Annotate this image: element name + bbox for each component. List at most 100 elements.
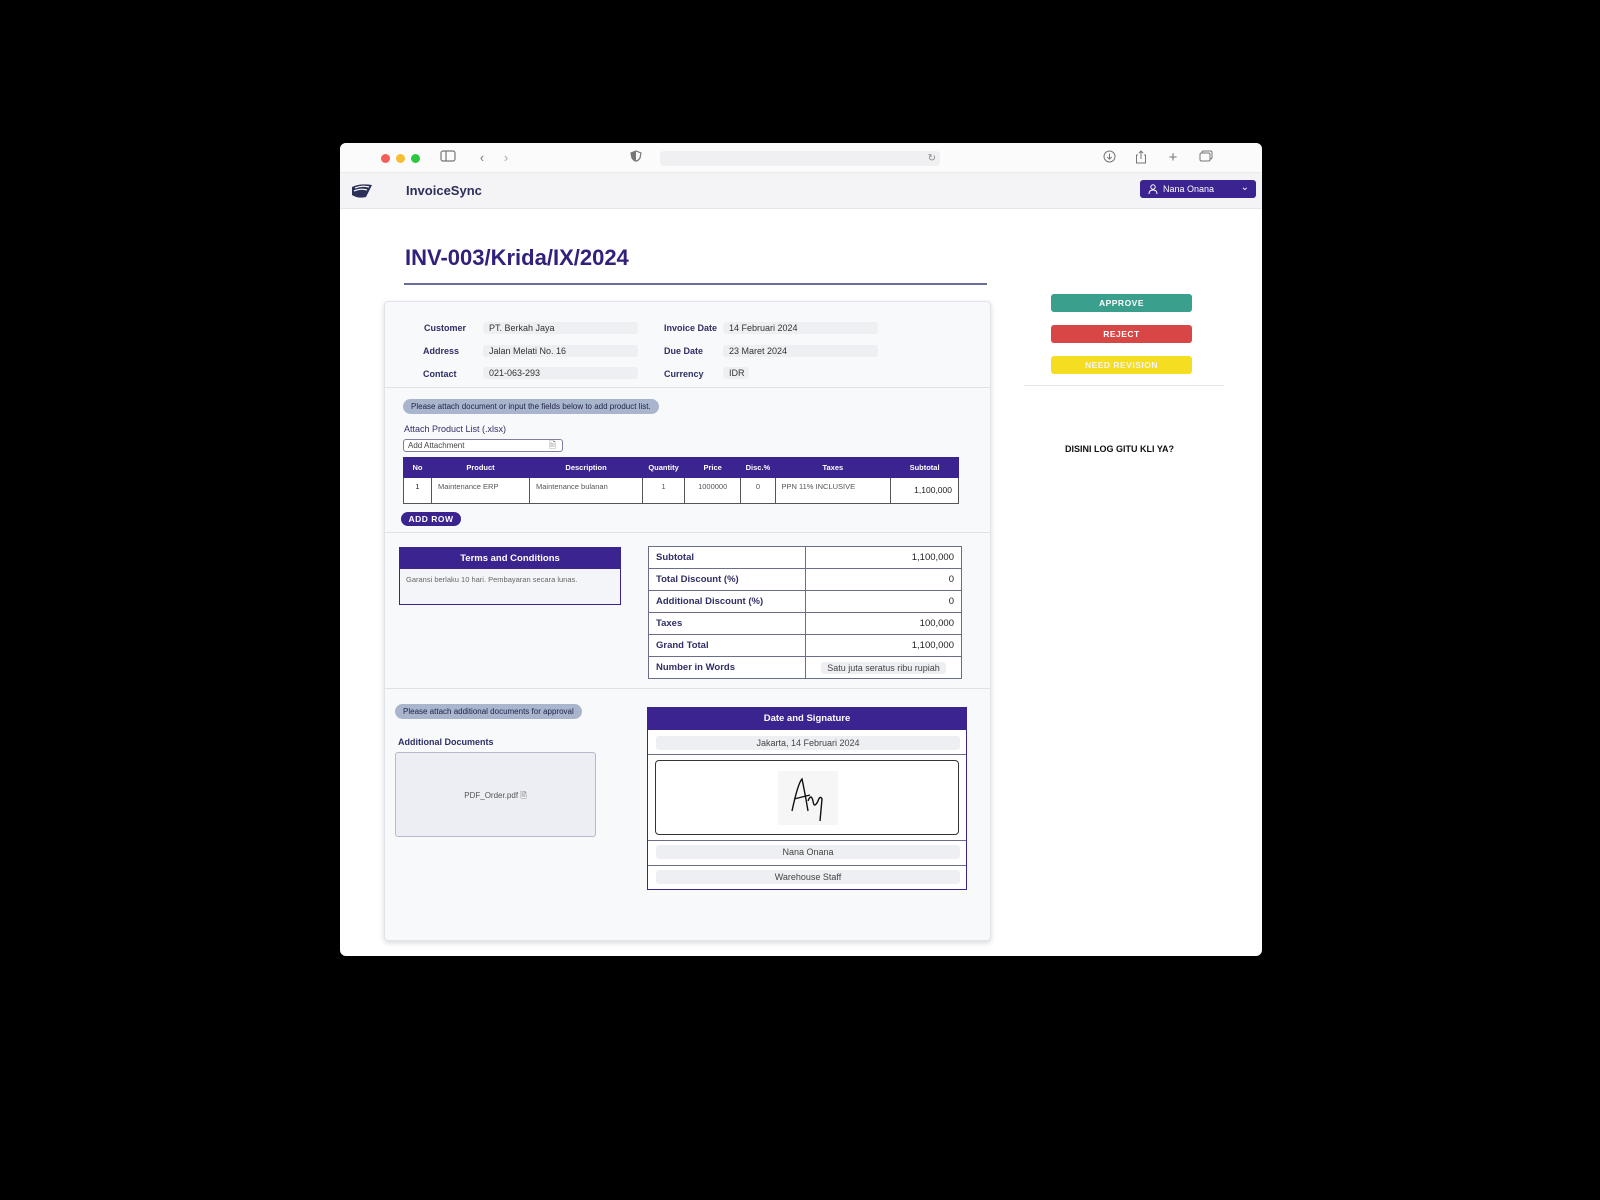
cell-description[interactable]: Maintenance bulanan <box>529 477 644 504</box>
summary-row: Subtotal 1,100,000 <box>648 546 962 569</box>
app-header: InvoiceSync Nana Onana ⌄ <box>340 173 1262 209</box>
cell-price[interactable]: 1000000 <box>684 477 742 504</box>
currency-field[interactable]: IDR <box>723 367 749 379</box>
signer-name[interactable]: Nana Onana <box>656 845 960 859</box>
signature-title: Date and Signature <box>648 708 966 730</box>
contact-field[interactable]: 021-063-293 <box>483 367 638 379</box>
invoice-date-field[interactable]: 14 Februari 2024 <box>723 322 878 334</box>
summary-label: Taxes <box>648 612 806 635</box>
signature-pad[interactable] <box>655 760 959 835</box>
forward-icon[interactable]: › <box>498 150 514 166</box>
customer-label: Customer <box>424 323 467 333</box>
column-header: Disc.% <box>740 457 776 478</box>
user-name: Nana Onana <box>1163 184 1215 194</box>
reload-icon[interactable]: ↻ <box>928 151 936 166</box>
summary-label: Total Discount (%) <box>648 568 806 591</box>
summary-value[interactable]: 0 <box>805 590 962 613</box>
summary-value[interactable]: 0 <box>805 568 962 591</box>
attached-file-name[interactable]: PDF_Order.pdf <box>464 791 518 800</box>
share-icon[interactable] <box>1133 150 1149 166</box>
chevron-down-icon: ⌄ <box>1240 182 1249 193</box>
minimize-window-button[interactable] <box>396 154 405 163</box>
divider <box>648 840 966 841</box>
column-header: Description <box>529 457 644 478</box>
invoice-date-label: Invoice Date <box>664 323 718 333</box>
column-header: Product <box>430 457 531 478</box>
cell-quantity[interactable]: 1 <box>642 477 686 504</box>
divider <box>648 754 966 755</box>
column-header: Taxes <box>774 457 892 478</box>
section-divider <box>385 387 990 388</box>
user-icon <box>1148 184 1158 194</box>
summary-table: Subtotal 1,100,000 Total Discount (%) 0 Ad… <box>648 546 962 679</box>
handwritten-signature <box>778 771 838 825</box>
brand-name: InvoiceSync <box>406 183 482 198</box>
additional-documents-dropzone[interactable]: PDF_Order.pdf 🗎 <box>395 752 596 837</box>
back-icon[interactable]: ‹ <box>474 150 490 166</box>
signer-position[interactable]: Warehouse Staff <box>656 870 960 884</box>
close-window-button[interactable] <box>381 154 390 163</box>
reject-button[interactable]: REJECT <box>1051 325 1192 343</box>
summary-label: Subtotal <box>648 546 806 569</box>
column-header: Subtotal <box>890 457 959 478</box>
product-notice: Please attach document or input the fiel… <box>403 399 659 414</box>
summary-label: Additional Discount (%) <box>648 590 806 613</box>
documents-notice: Please attach additional documents for a… <box>395 704 582 719</box>
address-label: Address <box>423 346 460 356</box>
sidebar-toggle-icon[interactable] <box>440 150 456 166</box>
signature-place-date[interactable]: Jakarta, 14 Februari 2024 <box>656 736 960 750</box>
file-icon: 🗎 <box>520 791 527 800</box>
address-field[interactable]: Jalan Melati No. 16 <box>483 345 638 357</box>
due-date-label: Due Date <box>664 346 704 356</box>
section-divider <box>385 688 990 689</box>
zoom-window-button[interactable] <box>411 154 420 163</box>
summary-row: Grand Total 1,100,000 <box>648 634 962 657</box>
column-header: Quantity <box>642 457 686 478</box>
attach-product-label: Attach Product List (.xlsx) <box>404 424 507 434</box>
currency-label: Currency <box>664 369 704 379</box>
summary-value: 1,100,000 <box>805 634 962 657</box>
table-row: 1 Maintenance ERP Maintenance bulanan 1 … <box>403 477 959 504</box>
browser-window: ‹ › ↻ + InvoiceSync Nana Onana ⌄ INV-003… <box>340 143 1262 956</box>
summary-row: Additional Discount (%) 0 <box>648 590 962 613</box>
terms-text[interactable]: Garansi berlaku 10 hari. Pembayaran seca… <box>400 569 620 590</box>
number-in-words: Satu juta seratus ribu rupiah <box>821 661 946 674</box>
summary-label: Number in Words <box>648 656 806 679</box>
summary-row: Taxes 100,000 <box>648 612 962 635</box>
terms-box: Terms and Conditions Garansi berlaku 10 … <box>399 547 621 605</box>
additional-documents-label: Additional Documents <box>398 737 494 747</box>
column-header: No <box>403 457 432 478</box>
download-icon[interactable] <box>1101 150 1117 166</box>
cell-subtotal[interactable]: 1,100,000 <box>890 477 959 504</box>
due-date-field[interactable]: 23 Maret 2024 <box>723 345 878 357</box>
approve-button[interactable]: APPROVE <box>1051 294 1192 312</box>
customer-field[interactable]: PT. Berkah Jaya <box>483 322 638 334</box>
summary-value: 1,100,000 <box>805 546 962 569</box>
address-bar[interactable]: ↻ <box>660 151 940 166</box>
column-header: Price <box>684 457 742 478</box>
summary-label: Grand Total <box>648 634 806 657</box>
add-row-button[interactable]: ADD ROW <box>401 512 461 526</box>
summary-row: Number in Words Satu juta seratus ribu ru… <box>648 656 962 679</box>
cell-taxes[interactable]: PPN 11% INCLUSIVE <box>774 477 892 504</box>
user-menu-button[interactable]: Nana Onana ⌄ <box>1140 180 1256 198</box>
signature-box: Date and Signature Jakarta, 14 Februari … <box>647 707 967 890</box>
divider <box>648 865 966 866</box>
privacy-shield-icon[interactable] <box>628 150 644 166</box>
title-divider <box>404 283 987 285</box>
section-divider <box>385 532 990 533</box>
summary-value: 100,000 <box>805 612 962 635</box>
terms-title: Terms and Conditions <box>400 548 620 569</box>
attachment-input[interactable]: Add Attachment 🗎 <box>403 439 563 452</box>
need-revision-button[interactable]: NEED REVISION <box>1051 356 1192 374</box>
cell-discount[interactable]: 0 <box>740 477 776 504</box>
new-tab-icon[interactable]: + <box>1165 150 1181 166</box>
page-title: INV-003/Krida/IX/2024 <box>405 245 629 270</box>
cell-product[interactable]: Maintenance ERP <box>430 477 531 504</box>
actions-divider <box>1024 385 1224 386</box>
tab-overview-icon[interactable] <box>1198 150 1214 166</box>
summary-row: Total Discount (%) 0 <box>648 568 962 591</box>
contact-label: Contact <box>423 369 457 379</box>
invoice-panel: Customer PT. Berkah Jaya Address Jalan M… <box>384 301 991 941</box>
cell-no[interactable]: 1 <box>403 477 432 504</box>
